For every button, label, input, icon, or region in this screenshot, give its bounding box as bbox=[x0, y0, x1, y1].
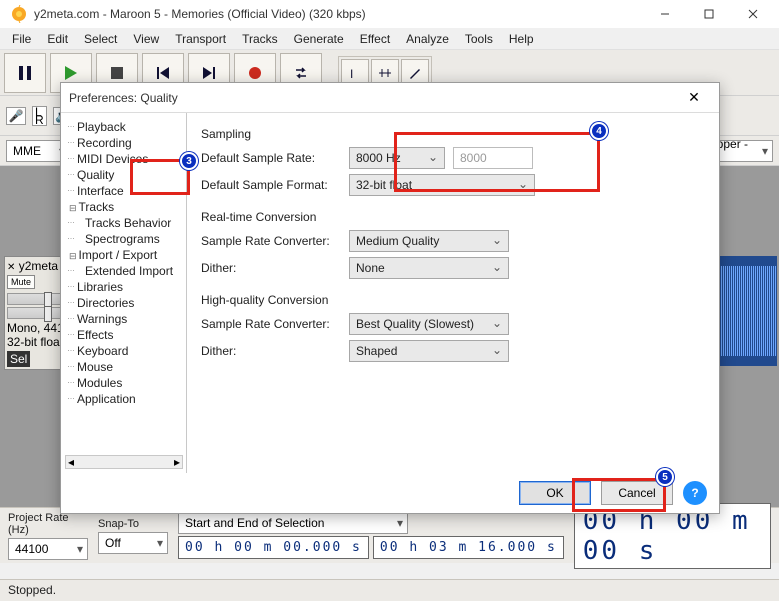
tree-spectrograms[interactable]: Spectrograms bbox=[63, 231, 184, 247]
rt-dither-dropdown[interactable]: None bbox=[349, 257, 509, 279]
annotation-badge-3: 3 bbox=[180, 152, 198, 170]
track-close-icon[interactable]: ✕ bbox=[7, 262, 15, 273]
hq-dither-dropdown[interactable]: Shaped bbox=[349, 340, 509, 362]
window-title: y2meta.com - Maroon 5 - Memories (Offici… bbox=[34, 7, 643, 21]
close-button[interactable] bbox=[731, 0, 775, 28]
pause-button[interactable] bbox=[4, 53, 46, 93]
default-sample-format-dropdown[interactable]: 32-bit float bbox=[349, 174, 535, 196]
tree-libraries[interactable]: Libraries bbox=[63, 279, 184, 295]
tree-directories[interactable]: Directories bbox=[63, 295, 184, 311]
label-rt-dither: Dither: bbox=[201, 261, 341, 275]
status-bar: Stopped. bbox=[0, 579, 779, 601]
dialog-titlebar: Preferences: Quality ✕ bbox=[61, 83, 719, 113]
label-hq-dither: Dither: bbox=[201, 344, 341, 358]
waveform[interactable] bbox=[717, 256, 777, 366]
ok-button[interactable]: OK bbox=[519, 481, 591, 505]
rec-lr-icon: LR bbox=[32, 106, 47, 126]
annotation-badge-5: 5 bbox=[656, 468, 674, 486]
default-sample-rate-input[interactable]: 8000 bbox=[453, 147, 533, 169]
preferences-pane: Sampling Default Sample Rate: 8000 Hz 80… bbox=[187, 113, 719, 473]
group-hq: High-quality Conversion bbox=[201, 293, 705, 307]
dialog-close-button[interactable]: ✕ bbox=[677, 89, 711, 106]
menu-tracks[interactable]: Tracks bbox=[234, 30, 286, 48]
selection-start-field[interactable]: 00 h 00 m 00.000 s bbox=[178, 536, 369, 559]
menu-transport[interactable]: Transport bbox=[167, 30, 234, 48]
status-text: Stopped. bbox=[8, 583, 56, 597]
track-name: y2meta bbox=[19, 259, 58, 273]
menu-tools[interactable]: Tools bbox=[457, 30, 501, 48]
tree-modules[interactable]: Modules bbox=[63, 375, 184, 391]
selection-end-field[interactable]: 00 h 03 m 16.000 s bbox=[373, 536, 564, 559]
tree-effects[interactable]: Effects bbox=[63, 327, 184, 343]
mute-button[interactable]: Mute bbox=[7, 275, 35, 289]
group-rt: Real-time Conversion bbox=[201, 210, 705, 224]
label-sample-format: Default Sample Format: bbox=[201, 178, 341, 192]
tree-hscroll[interactable]: ◂▸ bbox=[65, 455, 183, 469]
mic-icon[interactable]: 🎤 bbox=[6, 107, 26, 125]
group-sampling: Sampling bbox=[201, 127, 705, 141]
dialog-title: Preferences: Quality bbox=[69, 91, 677, 105]
tree-quality[interactable]: Quality bbox=[63, 167, 184, 183]
titlebar: y2meta.com - Maroon 5 - Memories (Offici… bbox=[0, 0, 779, 28]
tree-mouse[interactable]: Mouse bbox=[63, 359, 184, 375]
label-sample-rate: Default Sample Rate: bbox=[201, 151, 341, 165]
menu-effect[interactable]: Effect bbox=[352, 30, 398, 48]
menu-select[interactable]: Select bbox=[76, 30, 125, 48]
menu-edit[interactable]: Edit bbox=[39, 30, 76, 48]
tree-tracks-behavior[interactable]: Tracks Behavior bbox=[63, 215, 184, 231]
tree-recording[interactable]: Recording bbox=[63, 135, 184, 151]
snap-to-dropdown[interactable]: Off bbox=[98, 532, 168, 554]
maximize-button[interactable] bbox=[687, 0, 731, 28]
app-icon bbox=[10, 5, 28, 23]
menu-file[interactable]: File bbox=[4, 30, 39, 48]
default-sample-rate-dropdown[interactable]: 8000 Hz bbox=[349, 147, 445, 169]
tree-import-export[interactable]: Import / Export bbox=[63, 247, 184, 263]
preferences-dialog: Preferences: Quality ✕ Playback Recordin… bbox=[60, 82, 720, 514]
hq-src-dropdown[interactable]: Best Quality (Slowest) bbox=[349, 313, 509, 335]
tree-midi[interactable]: MIDI Devices bbox=[63, 151, 184, 167]
project-rate-label: Project Rate (Hz) bbox=[8, 512, 88, 536]
menu-generate[interactable]: Generate bbox=[286, 30, 352, 48]
tree-keyboard[interactable]: Keyboard bbox=[63, 343, 184, 359]
menu-help[interactable]: Help bbox=[501, 30, 542, 48]
project-rate-dropdown[interactable]: 44100 bbox=[8, 538, 88, 560]
preferences-tree[interactable]: Playback Recording MIDI Devices Quality … bbox=[61, 113, 187, 473]
annotation-badge-4: 4 bbox=[590, 122, 608, 140]
menu-view[interactable]: View bbox=[125, 30, 167, 48]
svg-text:I: I bbox=[350, 67, 353, 80]
minimize-button[interactable] bbox=[643, 0, 687, 28]
snap-to-label: Snap-To bbox=[98, 518, 168, 530]
label-hq-src: Sample Rate Converter: bbox=[201, 317, 341, 331]
tree-interface[interactable]: Interface bbox=[63, 183, 184, 199]
rt-src-dropdown[interactable]: Medium Quality bbox=[349, 230, 509, 252]
help-button[interactable]: ? bbox=[683, 481, 707, 505]
tree-playback[interactable]: Playback bbox=[63, 119, 184, 135]
menubar: File Edit Select View Transport Tracks G… bbox=[0, 28, 779, 50]
selection-toolbar: Project Rate (Hz) 44100 Snap-To Off Star… bbox=[0, 507, 779, 563]
dialog-footer: OK Cancel ? bbox=[61, 473, 719, 513]
label-rt-src: Sample Rate Converter: bbox=[201, 234, 341, 248]
track-select-button[interactable]: Sel bbox=[7, 351, 30, 367]
tree-extended-import[interactable]: Extended Import bbox=[63, 263, 184, 279]
tree-application[interactable]: Application bbox=[63, 391, 184, 407]
tree-tracks[interactable]: Tracks bbox=[63, 199, 184, 215]
selection-mode-dropdown[interactable]: Start and End of Selection bbox=[178, 512, 408, 534]
menu-analyze[interactable]: Analyze bbox=[398, 30, 457, 48]
tree-warnings[interactable]: Warnings bbox=[63, 311, 184, 327]
